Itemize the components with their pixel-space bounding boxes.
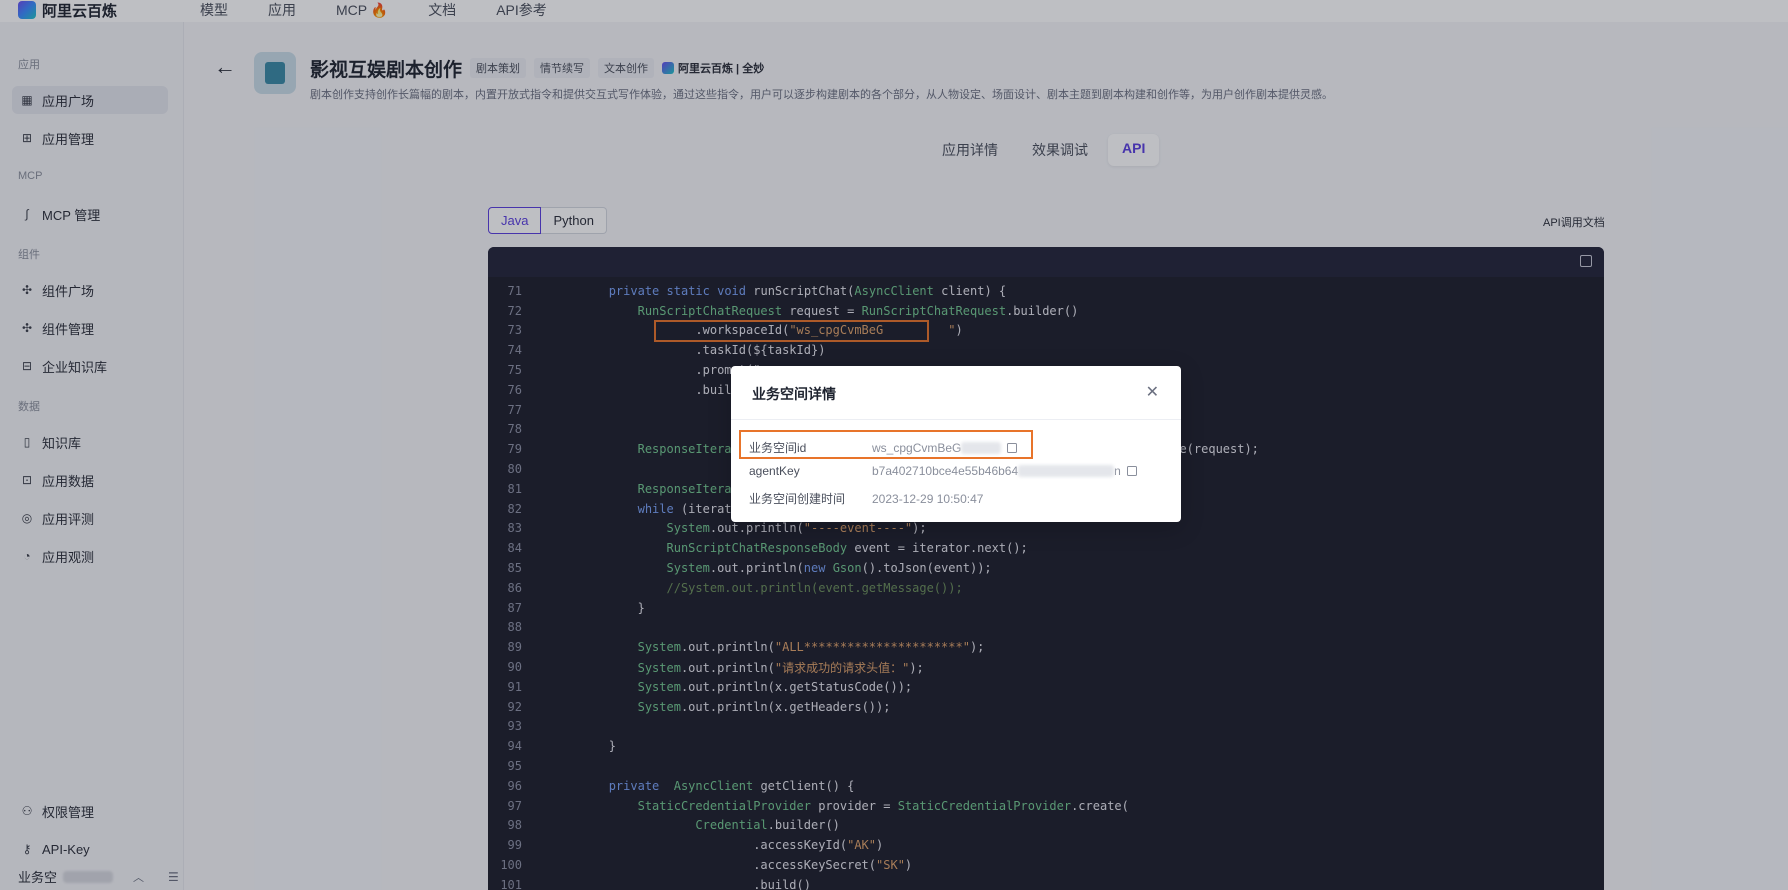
agent-key-value: b7a402710bce4e55b46b64	[872, 464, 1019, 478]
close-icon[interactable]: ✕	[1146, 382, 1159, 402]
modal-title: 业务空间详情	[752, 386, 836, 402]
modal-row-label: 业务空间创建时间	[749, 492, 846, 506]
modal-row-label: agentKey	[749, 464, 800, 478]
modal-row-value: 2023-12-29 10:50:47	[872, 491, 984, 506]
copy-icon[interactable]	[1126, 466, 1137, 476]
app-root: 阿里云百炼 模型 应用 MCP 🔥 文档 API参考 应用 ▦ 应用广场 ⊞ 应…	[0, 0, 1788, 890]
agent-key-tail: n	[1114, 464, 1121, 478]
modal-divider	[731, 419, 1181, 420]
modal-row-agent-key: agentKey b7a402710bce4e55b46b64 n	[749, 464, 1137, 478]
highlight-workspace-id-modal	[739, 430, 1033, 459]
modal-row-created-time: 业务空间创建时间 2023-12-29 10:50:47	[749, 490, 983, 507]
modal-row-value: b7a402710bce4e55b46b64 n	[872, 464, 1137, 478]
redacted-value	[1018, 465, 1115, 477]
